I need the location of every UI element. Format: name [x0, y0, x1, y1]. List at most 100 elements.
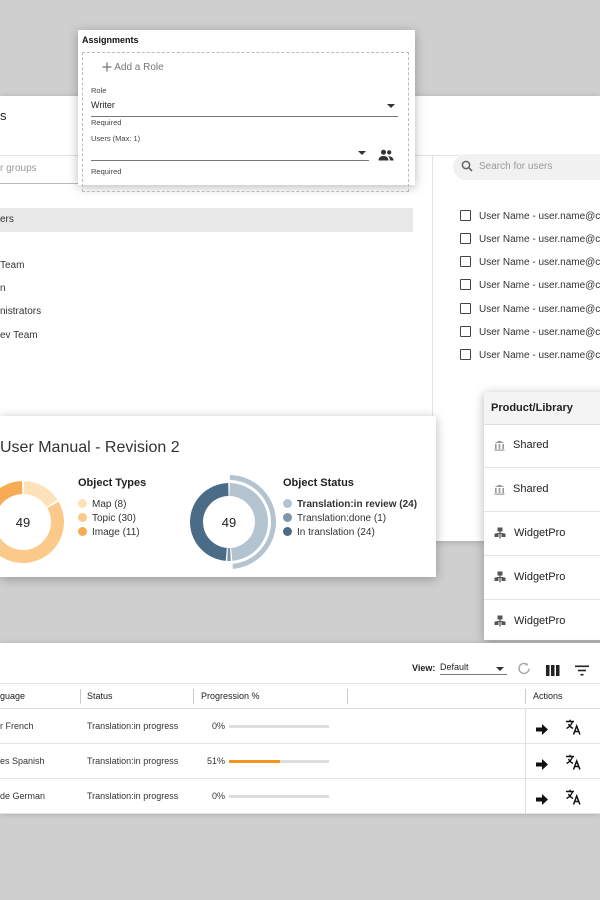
- assignments-title: Assignments: [82, 35, 139, 45]
- checkbox[interactable]: [460, 233, 471, 244]
- role-label: Role: [91, 86, 107, 95]
- column-header-language[interactable]: guage: [0, 691, 25, 701]
- status-cell: Translation:in progress: [87, 756, 179, 766]
- library-icon: [494, 439, 513, 451]
- product-library-row[interactable]: Shared: [484, 469, 600, 512]
- product-library-panel: Product/Library Shared Shared WidgetPro …: [484, 392, 600, 644]
- table-row[interactable]: r French Translation:in progress 0%: [0, 709, 600, 744]
- caret-down-icon: [358, 151, 366, 155]
- column-header-status[interactable]: Status: [87, 691, 113, 701]
- progress-label: 0%: [212, 791, 226, 801]
- object-status-title: Object Status: [283, 477, 354, 489]
- user-row[interactable]: User Name - user.name@con: [460, 256, 600, 268]
- product-library-row[interactable]: WidgetPro: [484, 513, 600, 556]
- legend-label: Translation:in review (24): [297, 499, 418, 510]
- group-item[interactable]: n: [0, 283, 6, 294]
- donut-slice[interactable]: [0, 501, 64, 563]
- search-icon: [461, 160, 473, 172]
- user-picker-icon[interactable]: [378, 146, 394, 164]
- product-library-header: Product/Library: [484, 392, 600, 425]
- add-role-button[interactable]: Add a Role: [102, 62, 164, 73]
- filter-icon[interactable]: [575, 662, 589, 680]
- product-library-row[interactable]: WidgetPro: [484, 601, 600, 644]
- checkbox[interactable]: [460, 349, 471, 360]
- plus-icon: [102, 62, 114, 73]
- group-item[interactable]: nistrators: [0, 306, 41, 317]
- user-row[interactable]: User Name - user.name@con: [460, 326, 600, 338]
- object-dashboard: User Manual - Revision 2 49 49 Object Ty…: [0, 416, 436, 577]
- arrow-right-icon[interactable]: [536, 791, 548, 809]
- user-row[interactable]: User Name - user.name@con: [460, 233, 600, 245]
- column-header-progression[interactable]: Progression %: [201, 691, 260, 701]
- translate-icon[interactable]: [565, 718, 582, 736]
- legend-item: In translation (24): [283, 527, 375, 538]
- product-icon: [494, 571, 514, 583]
- group-search-placeholder: r groups: [0, 163, 37, 174]
- legend-swatch: [78, 513, 87, 522]
- product-library-row[interactable]: WidgetPro: [484, 557, 600, 600]
- user-row[interactable]: User Name - user.name@con: [460, 303, 600, 315]
- legend-item: Translation:in review (24): [283, 499, 417, 510]
- progress-label: 51%: [207, 756, 226, 766]
- role-value: Writer: [91, 100, 115, 110]
- group-item[interactable]: ev Team: [0, 330, 38, 341]
- view-select[interactable]: Default: [440, 661, 507, 675]
- column-separator: [525, 779, 526, 814]
- role-helper-text: Required: [91, 118, 122, 127]
- arrow-right-icon[interactable]: [536, 721, 548, 739]
- user-label: User Name - user.name@con: [479, 257, 600, 268]
- user-row[interactable]: User Name - user.name@con: [460, 210, 600, 222]
- user-label: User Name - user.name@con: [479, 234, 600, 245]
- checkbox[interactable]: [460, 279, 471, 290]
- user-row[interactable]: User Name - user.name@con: [460, 279, 600, 291]
- group-item[interactable]: Team: [0, 260, 24, 271]
- product-library-row[interactable]: Shared: [484, 425, 600, 468]
- caret-down-icon: [496, 667, 504, 671]
- legend-item: Image (11): [78, 527, 140, 538]
- translate-icon[interactable]: [565, 788, 582, 806]
- legend-label: In translation (24): [297, 527, 375, 538]
- user-search-input[interactable]: Search for users: [453, 154, 600, 180]
- object-status-total: 49: [221, 515, 237, 530]
- progress-fill: [229, 760, 280, 763]
- add-role-label: Add a Role: [114, 62, 164, 73]
- checkbox[interactable]: [460, 210, 471, 221]
- status-cell: Translation:in progress: [87, 791, 179, 801]
- users-helper-text: Required: [91, 167, 122, 176]
- row-label: Shared: [513, 439, 549, 451]
- translate-icon[interactable]: [565, 753, 582, 771]
- donut-slice[interactable]: [23, 481, 58, 507]
- arrow-right-icon[interactable]: [536, 756, 548, 774]
- columns-icon[interactable]: [546, 662, 560, 680]
- group-label: n: [0, 283, 6, 294]
- checkbox[interactable]: [460, 303, 471, 314]
- view-label: View:: [412, 663, 436, 673]
- panel-title: s: [0, 108, 7, 123]
- column-separator: [80, 689, 81, 704]
- group-label: ers: [0, 214, 14, 225]
- legend-item: Translation:done (1): [283, 513, 386, 524]
- checkbox[interactable]: [460, 326, 471, 337]
- legend-swatch: [78, 499, 87, 508]
- users-select[interactable]: [91, 144, 369, 160]
- role-select[interactable]: Writer: [91, 98, 398, 116]
- language-cell: de German: [0, 791, 46, 801]
- donut-slice[interactable]: [0, 481, 23, 517]
- refresh-icon[interactable]: [516, 660, 532, 678]
- user-row[interactable]: User Name - user.name@con: [460, 349, 600, 361]
- table-row[interactable]: de German Translation:in progress 0%: [0, 779, 600, 814]
- group-item-selected[interactable]: ers: [0, 208, 413, 232]
- user-label: User Name - user.name@con: [479, 211, 600, 222]
- donut-slice[interactable]: [227, 547, 231, 561]
- table-header: guage Status Progression % Actions: [0, 683, 600, 709]
- table-row[interactable]: es Spanish Translation:in progress 51%: [0, 744, 600, 779]
- user-label: User Name - user.name@con: [479, 280, 600, 291]
- legend-label: Topic (30): [92, 513, 136, 524]
- progress-bar: [229, 760, 329, 763]
- checkbox[interactable]: [460, 256, 471, 267]
- column-separator: [525, 744, 526, 779]
- legend-item: Topic (30): [78, 513, 136, 524]
- status-cell: Translation:in progress: [87, 721, 179, 731]
- view-value: Default: [440, 662, 469, 672]
- legend-label: Map (8): [92, 499, 127, 510]
